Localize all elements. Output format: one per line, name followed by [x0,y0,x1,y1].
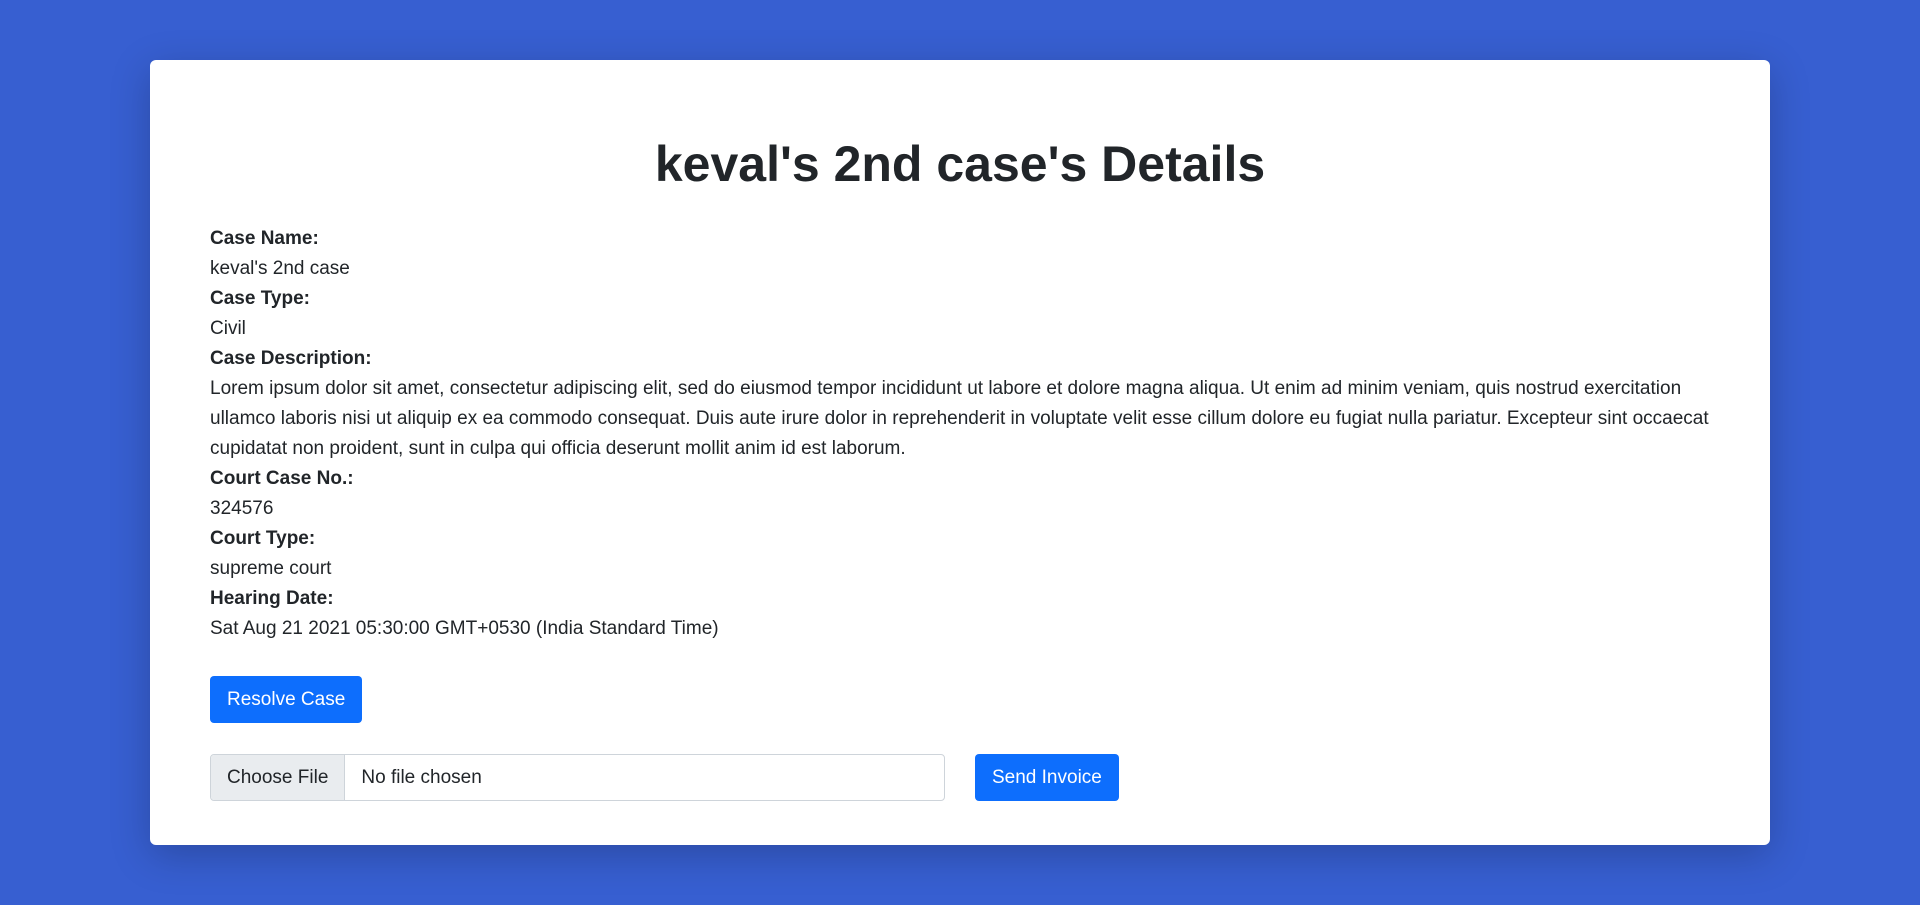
case-type-value: Civil [210,318,246,339]
court-case-number-label: Court Case No.: [210,468,354,489]
hearing-date-label: Hearing Date: [210,588,334,609]
case-type-label: Case Type: [210,288,310,309]
case-details-list: Case Name: keval's 2nd case Case Type: C… [210,224,1710,644]
case-name-value: keval's 2nd case [210,258,350,279]
invoice-row: Choose File No file chosen Send Invoice [210,754,1710,801]
send-invoice-button[interactable]: Send Invoice [975,754,1119,801]
case-name-label: Case Name: [210,228,319,249]
court-type-value: supreme court [210,558,332,579]
page-title: keval's 2nd case's Details [654,136,1266,192]
hearing-date-value: Sat Aug 21 2021 05:30:00 GMT+0530 (India… [210,618,719,639]
case-details-card: keval's 2nd case's Details Case Name: ke… [150,60,1770,845]
case-description-label: Case Description: [210,348,372,369]
case-description-value: Lorem ipsum dolor sit amet, consectetur … [210,378,1709,459]
court-case-number-value: 324576 [210,498,274,519]
resolve-case-button[interactable]: Resolve Case [210,676,363,723]
resolve-row: Resolve Case [210,676,1710,723]
file-status-text: No file chosen [361,767,482,788]
file-input[interactable]: Choose File No file chosen [210,754,945,801]
court-type-label: Court Type: [210,528,316,549]
choose-file-button[interactable]: Choose File [211,755,346,800]
